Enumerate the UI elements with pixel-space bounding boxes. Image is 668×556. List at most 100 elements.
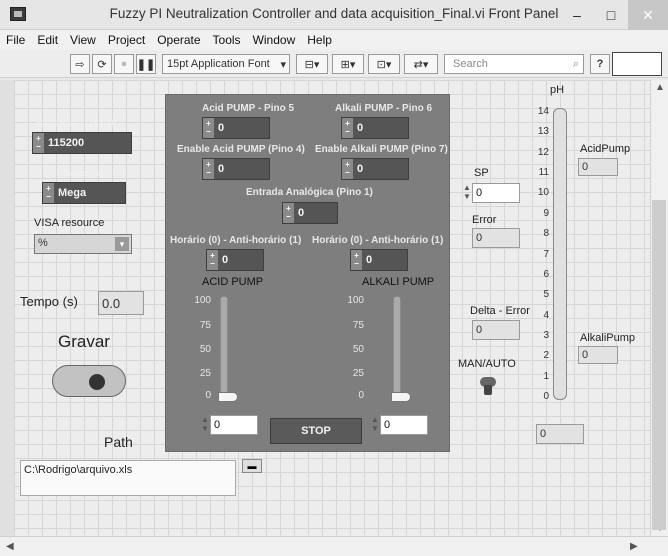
acid-pump-slider-handle[interactable] bbox=[218, 392, 238, 402]
alkali-pump-slider-handle[interactable] bbox=[391, 392, 411, 402]
reorder-icon[interactable]: ⇄▾ bbox=[404, 54, 438, 74]
acidpump-value: 0 bbox=[582, 161, 589, 173]
increment-decrement-icon[interactable]: + − bbox=[207, 250, 218, 270]
gravar-button[interactable] bbox=[52, 365, 126, 397]
maximize-button[interactable]: □ bbox=[594, 0, 628, 30]
error-label: Error bbox=[472, 214, 497, 226]
vertical-scroll-thumb[interactable] bbox=[652, 200, 666, 530]
menu-tools[interactable]: Tools bbox=[213, 30, 241, 50]
ph-scale-tick: 10 bbox=[537, 187, 549, 199]
direction-acid-control[interactable]: + − 0 bbox=[206, 249, 264, 271]
pause-icon[interactable]: ❚❚ bbox=[136, 54, 156, 74]
analog-input-control[interactable]: + − 0 bbox=[282, 202, 338, 224]
run-continuously-icon[interactable]: ⟳ bbox=[92, 54, 112, 74]
horizontal-scrollbar[interactable]: ◀ ▶ bbox=[0, 536, 668, 556]
stop-button-label: STOP bbox=[301, 425, 331, 437]
scroll-left-icon[interactable]: ◀ bbox=[6, 541, 14, 552]
tempo-indicator: 0.0 bbox=[98, 291, 144, 315]
tempo-label: Tempo (s) bbox=[20, 294, 78, 309]
menu-help[interactable]: Help bbox=[307, 30, 332, 50]
alkali-pump-numeric[interactable]: 0 bbox=[380, 415, 428, 435]
increment-decrement-icon[interactable]: + − bbox=[203, 159, 214, 179]
increment-decrement-icon[interactable]: + − bbox=[33, 133, 44, 153]
board-type-control[interactable]: + − Mega bbox=[42, 182, 126, 204]
alkali-pump-slider[interactable] bbox=[393, 296, 401, 400]
increment-decrement-icon[interactable]: ▲ ▼ bbox=[370, 415, 380, 435]
delta-error-label: Delta - Error bbox=[470, 305, 530, 317]
menu-view[interactable]: View bbox=[70, 30, 96, 50]
direction-acid-value: 0 bbox=[222, 254, 229, 266]
chevron-down-icon[interactable]: ▾ bbox=[115, 237, 129, 251]
alkali-pump-pin-control[interactable]: + − 0 bbox=[341, 117, 409, 139]
run-arrow-icon[interactable]: ⇨ bbox=[70, 54, 90, 74]
search-icon: ⌕ bbox=[572, 57, 579, 70]
sp-control[interactable]: 0 bbox=[472, 183, 520, 203]
increment-decrement-icon[interactable]: + − bbox=[351, 250, 362, 270]
ph-scale-tick: 4 bbox=[543, 309, 549, 321]
alkalipump-value: 0 bbox=[582, 349, 589, 361]
acid-pump-pin-label: Acid PUMP - Pino 5 bbox=[202, 103, 295, 114]
direction-alkali-value: 0 bbox=[366, 254, 373, 266]
increment-decrement-icon[interactable]: + − bbox=[43, 183, 54, 203]
ph-scale-tick: 13 bbox=[537, 126, 549, 138]
enable-acid-pump-label: Enable Acid PUMP (Pino 4) bbox=[177, 144, 305, 155]
baud-rate-control[interactable]: + − 115200 bbox=[32, 132, 132, 154]
acid-pump-slider[interactable] bbox=[220, 296, 228, 400]
alkali-slider-tick: 50 bbox=[352, 344, 364, 355]
search-input[interactable]: Search ⌕ bbox=[444, 54, 584, 74]
acid-slider-tick: 0 bbox=[205, 390, 211, 401]
enable-acid-pump-control[interactable]: + − 0 bbox=[202, 158, 270, 180]
browse-folder-icon[interactable]: ▬ bbox=[242, 459, 262, 473]
menu-operate[interactable]: Operate bbox=[157, 30, 200, 50]
menu-file[interactable]: File bbox=[6, 30, 25, 50]
visa-resource-dropdown[interactable]: % ▾ bbox=[34, 234, 132, 254]
stop-button[interactable]: STOP bbox=[270, 418, 362, 444]
increment-decrement-icon[interactable]: + − bbox=[342, 159, 353, 179]
increment-decrement-icon[interactable]: + − bbox=[342, 118, 353, 138]
ph-label: pH bbox=[550, 84, 565, 96]
minimize-button[interactable]: – bbox=[560, 0, 594, 30]
font-dropdown-value: 15pt Application Font bbox=[167, 58, 270, 70]
acid-pump-numeric-value: 0 bbox=[214, 419, 221, 431]
alkali-slider-tick: 25 bbox=[352, 368, 364, 379]
help-button[interactable]: ? bbox=[590, 54, 610, 74]
increment-decrement-icon[interactable]: + − bbox=[203, 118, 214, 138]
acid-slider-tick: 25 bbox=[199, 368, 211, 379]
menu-edit[interactable]: Edit bbox=[37, 30, 58, 50]
gravar-label: Gravar bbox=[58, 332, 110, 351]
menu-window[interactable]: Window bbox=[253, 30, 296, 50]
man-auto-toggle-switch[interactable] bbox=[477, 373, 499, 395]
menu-project[interactable]: Project bbox=[108, 30, 145, 50]
analog-input-label: Entrada Analógica (Pino 1) bbox=[246, 187, 373, 198]
ph-scale-tick: 2 bbox=[543, 350, 549, 362]
toolbar: ⇨ ⟳ ● ❚❚ 15pt Application Font ▾ ⊟▾ ⊞▾ ⊡… bbox=[0, 50, 668, 78]
resize-objects-icon[interactable]: ⊡▾ bbox=[368, 54, 400, 74]
acid-slider-tick: 100 bbox=[194, 295, 211, 306]
ph-scale-tick: 0 bbox=[543, 391, 549, 402]
enable-alkali-pump-value: 0 bbox=[357, 163, 364, 175]
enable-alkali-pump-control[interactable]: + − 0 bbox=[341, 158, 409, 180]
scroll-up-icon[interactable]: ▲ bbox=[655, 82, 665, 93]
increment-decrement-icon[interactable]: + − bbox=[283, 203, 294, 223]
acid-slider-tick: 50 bbox=[199, 344, 211, 355]
button-indicator-icon bbox=[89, 374, 105, 390]
increment-decrement-icon[interactable]: ▲ ▼ bbox=[462, 183, 472, 203]
align-objects-icon[interactable]: ⊟▾ bbox=[296, 54, 328, 74]
connector-pane-icon[interactable] bbox=[612, 52, 662, 76]
acid-pump-pin-value: 0 bbox=[218, 122, 225, 134]
path-label: Path bbox=[104, 434, 133, 450]
alkali-pump-numeric-value: 0 bbox=[384, 419, 391, 431]
distribute-objects-icon[interactable]: ⊞▾ bbox=[332, 54, 364, 74]
acid-pump-pin-control[interactable]: + − 0 bbox=[202, 117, 270, 139]
scroll-right-icon[interactable]: ▶ bbox=[630, 541, 638, 552]
acid-pump-numeric[interactable]: 0 bbox=[210, 415, 258, 435]
direction-alkali-control[interactable]: + − 0 bbox=[350, 249, 408, 271]
increment-decrement-icon[interactable]: ▲ ▼ bbox=[200, 415, 210, 435]
acidpump-label: AcidPump bbox=[580, 143, 631, 155]
ph-scale-tick: 9 bbox=[543, 207, 549, 219]
abort-execution-icon[interactable]: ● bbox=[114, 54, 134, 74]
close-button[interactable]: ✕ bbox=[628, 0, 668, 30]
path-control[interactable]: C:\Rodrigo\arquivo.xls bbox=[20, 460, 236, 496]
alkalipump-indicator: 0 bbox=[578, 346, 618, 364]
font-dropdown[interactable]: 15pt Application Font ▾ bbox=[162, 54, 290, 74]
